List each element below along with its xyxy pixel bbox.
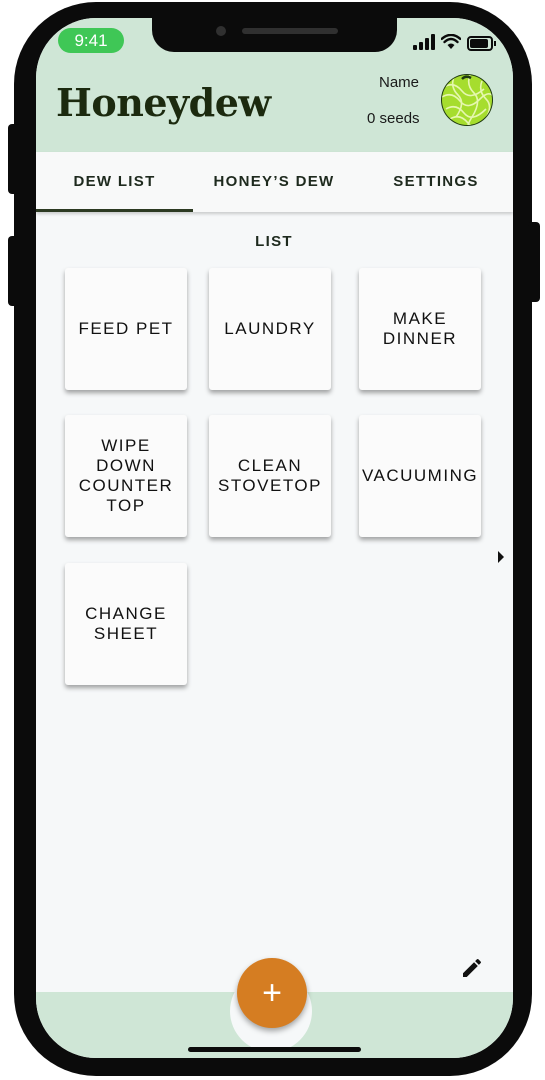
tab-honeys-dew-list[interactable]: HONEY’S DEW LIST [193,152,355,250]
honeydew-melon-icon[interactable] [440,73,494,127]
chore-card-label: CHANGE SHEET [85,604,167,643]
chore-card-label: MAKE DINNER [382,309,458,348]
status-icons [413,34,496,52]
chore-card-label: FEED PET [78,319,174,338]
plus-icon: + [262,974,282,1012]
chore-card-wipe-down-counter-top[interactable]: WIPE DOWN COUNTER TOP [65,415,187,537]
status-time: 9:41 [58,28,124,53]
tab-dew-list[interactable]: DEW LIST [36,152,193,212]
chore-card-label: CLEAN STOVETOP [218,456,322,495]
power-button [528,222,540,302]
wifi-icon [441,34,461,49]
chore-card-vacuuming[interactable]: VACUUMING [359,415,481,537]
tab-bar: DEW LIST HONEY’S DEW LIST SETTINGS [36,152,513,250]
signal-icon [413,34,435,50]
seed-count: 0 seeds [367,110,420,127]
chore-card-feed-pet[interactable]: FEED PET [65,268,187,390]
app-title: Honeydew [56,80,271,125]
volume-up-button [8,124,20,194]
volume-down-button [8,236,20,306]
chore-card-label: LAUNDRY [224,319,316,338]
home-indicator[interactable] [188,1047,361,1052]
chore-card-label: WIPE DOWN COUNTER TOP [78,436,174,515]
pencil-icon[interactable] [460,956,484,980]
tab-settings[interactable]: SETTINGS [386,152,486,212]
camera-icon [216,26,226,36]
active-tab-indicator [36,209,193,212]
speaker-icon [242,28,338,34]
chore-card-change-sheet[interactable]: CHANGE SHEET [65,563,187,685]
chevron-right-icon[interactable] [498,551,504,563]
battery-icon [467,36,496,51]
chore-card-label: VACUUMING [361,466,479,485]
notch [152,18,397,52]
app-header: 9:41 Honeydew Name 0 seeds [36,18,513,152]
chore-card-make-dinner[interactable]: MAKE DINNER [359,268,481,390]
user-name: Name [379,74,420,91]
chore-card-clean-stovetop[interactable]: CLEAN STOVETOP [209,415,331,537]
app-screen: 9:41 Honeydew Name 0 seeds DEW LIST HONE… [36,18,513,1058]
chore-card-laundry[interactable]: LAUNDRY [209,268,331,390]
add-chore-button[interactable]: + [237,958,307,1028]
